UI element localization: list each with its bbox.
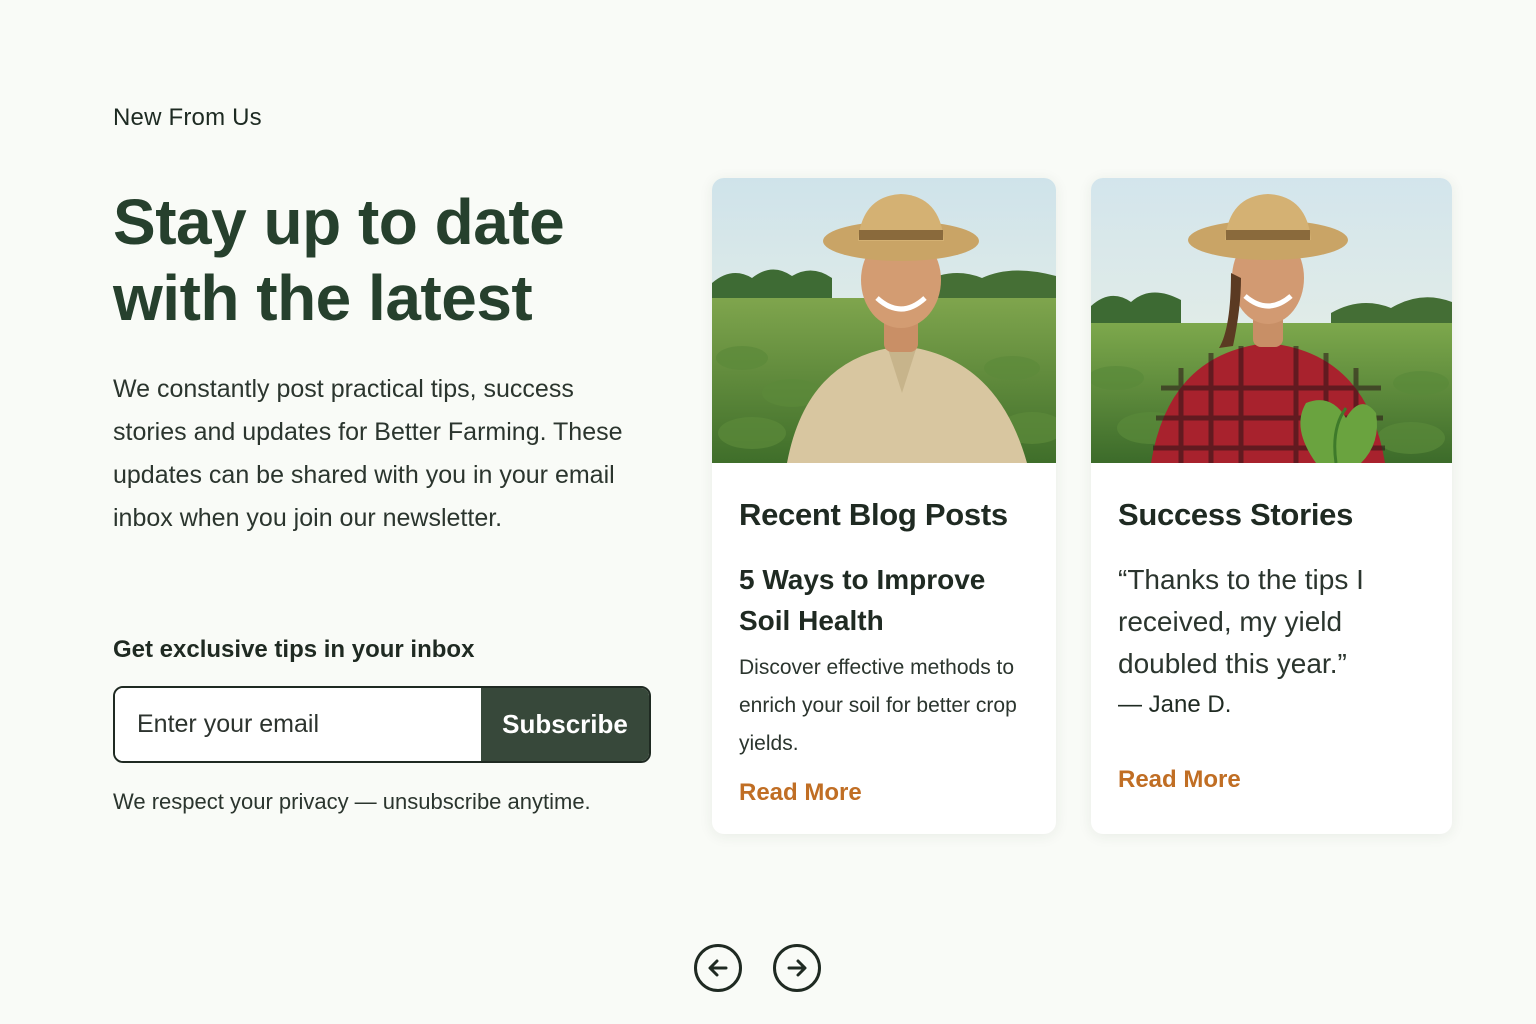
- section-description: We constantly post practical tips, succe…: [113, 375, 623, 532]
- eyebrow: New From Us: [113, 104, 262, 131]
- arrow-right-icon: [787, 959, 807, 977]
- arrow-left-icon: [708, 959, 728, 977]
- testimonial-author: — Jane D.: [1118, 691, 1232, 718]
- newsletter-label: Get exclusive tips in your inbox: [113, 636, 475, 663]
- card-title: Success Stories: [1118, 497, 1354, 532]
- testimonial-quote: “Thanks to the tips I received, my yield…: [1118, 564, 1364, 679]
- subscribe-button[interactable]: Subscribe: [481, 688, 649, 761]
- read-more-link[interactable]: Read More: [739, 779, 862, 807]
- blog-post-description: Discover effective methods to enrich you…: [739, 656, 1017, 755]
- carousel-prev-button[interactable]: [694, 944, 742, 992]
- blog-posts-card: Recent Blog Posts 5 Ways to Improve Soil…: [712, 178, 1056, 834]
- read-more-link[interactable]: Read More: [1118, 766, 1241, 794]
- newsletter-form: Subscribe: [113, 686, 651, 763]
- section-headline: Stay up to date with the latest: [113, 186, 565, 334]
- blog-post-title[interactable]: 5 Ways to Improve Soil Health: [739, 559, 1039, 641]
- farmer-man-photo: [712, 178, 1056, 463]
- privacy-note: We respect your privacy — unsubscribe an…: [113, 789, 591, 814]
- success-stories-card: Success Stories “Thanks to the tips I re…: [1091, 178, 1452, 834]
- farmer-woman-photo: [1091, 178, 1452, 463]
- email-input[interactable]: [115, 688, 481, 761]
- carousel-next-button[interactable]: [773, 944, 821, 992]
- card-title: Recent Blog Posts: [739, 497, 1008, 532]
